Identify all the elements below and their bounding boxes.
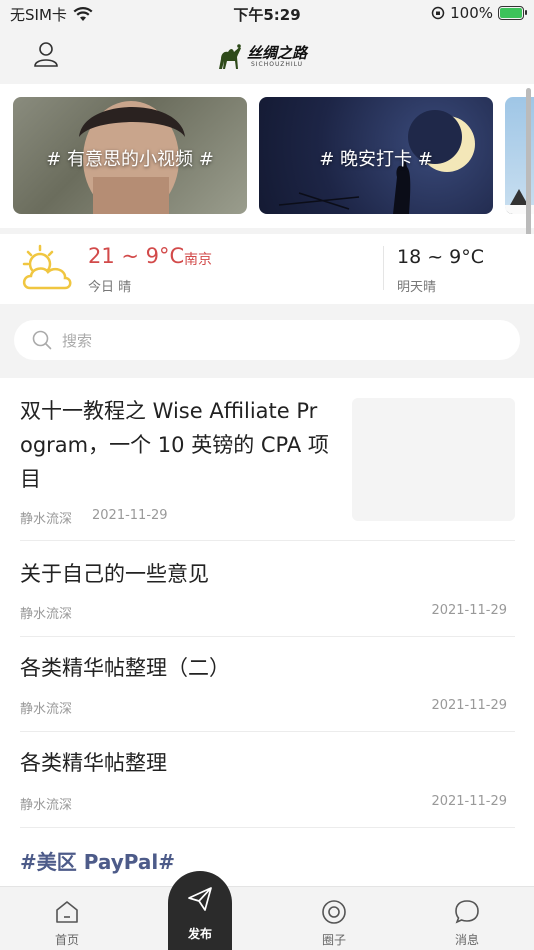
home-icon bbox=[56, 901, 78, 923]
list-item[interactable]: 关于自己的一些意见 静水流深 2021-11-29 bbox=[20, 541, 515, 637]
camel-icon bbox=[219, 44, 241, 69]
post-author: 静水流深 bbox=[20, 702, 73, 717]
post-thumbnail bbox=[352, 398, 515, 521]
logo-subtext: SICHOUZHILU bbox=[250, 60, 304, 68]
tab-messages[interactable]: 消息 bbox=[427, 887, 507, 950]
search-icon bbox=[32, 330, 52, 350]
logo-text: 丝绸之路 bbox=[247, 43, 308, 62]
tab-home[interactable]: 首页 bbox=[27, 887, 107, 950]
hashtag-topic[interactable]: #美区 PayPal# bbox=[20, 846, 175, 875]
circle-icon bbox=[322, 900, 346, 924]
post-title: 各类精华帖整理（二） bbox=[20, 656, 230, 680]
post-feed: 双十一教程之 Wise Affiliate Pr ogram，一个 10 英镑的… bbox=[0, 378, 534, 886]
topic-caption-goodnight: # 晚安打卡 # bbox=[319, 149, 433, 170]
post-title: 关于自己的一些意见 bbox=[20, 562, 209, 586]
weather-divider bbox=[383, 246, 384, 290]
post-date: 2021-11-29 bbox=[431, 603, 507, 618]
today-temperature: 21 ~ 9°C bbox=[88, 244, 185, 268]
partly-cloudy-icon bbox=[22, 244, 72, 290]
post-date: 2021-11-29 bbox=[92, 508, 168, 523]
city-name[interactable]: 南京 bbox=[184, 249, 212, 269]
user-profile-icon[interactable] bbox=[32, 40, 60, 68]
list-item[interactable]: 双十一教程之 Wise Affiliate Pr ogram，一个 10 英镑的… bbox=[20, 378, 515, 541]
publish-button[interactable]: 发布 bbox=[168, 871, 232, 950]
topic-card-goodnight[interactable]: # 晚安打卡 # bbox=[259, 97, 493, 214]
topic-banner: # 有意思的小视频 # # 晚安打卡 # bbox=[0, 84, 534, 228]
today-condition: 今日 晴 bbox=[88, 280, 132, 295]
post-author: 静水流深 bbox=[20, 512, 73, 527]
post-date: 2021-11-29 bbox=[431, 698, 507, 713]
tab-home-label: 首页 bbox=[54, 933, 79, 947]
list-item[interactable]: 各类精华帖整理（二） 静水流深 2021-11-29 bbox=[20, 637, 515, 732]
search-placeholder: 搜索 bbox=[62, 331, 93, 350]
tab-circle-label: 圈子 bbox=[321, 933, 346, 947]
tab-messages-label: 消息 bbox=[454, 933, 479, 947]
search-input[interactable]: 搜索 bbox=[14, 320, 520, 360]
tab-circle[interactable]: 圈子 bbox=[294, 887, 374, 950]
bottom-tab-bar: 首页 发布 圈子 消息 bbox=[0, 871, 534, 950]
tomorrow-condition: 明天晴 bbox=[397, 280, 437, 295]
list-item[interactable]: 各类精华帖整理 静水流深 2021-11-29 bbox=[20, 732, 515, 828]
post-title: 各类精华帖整理 bbox=[20, 751, 167, 775]
post-author: 静水流深 bbox=[20, 607, 73, 622]
battery-percent: 100% bbox=[450, 4, 493, 22]
weather-widget: 21 ~ 9°C 南京 今日 晴 18 ~ 9°C 明天晴 bbox=[0, 234, 534, 304]
chat-bubble-icon bbox=[455, 900, 479, 924]
app-logo: 丝绸之路 SICHOUZHILU bbox=[215, 36, 319, 76]
battery-icon bbox=[498, 6, 527, 20]
search-section: 搜索 bbox=[0, 304, 534, 378]
publish-label: 发布 bbox=[187, 927, 212, 941]
app-header: 丝绸之路 SICHOUZHILU bbox=[0, 28, 534, 82]
tomorrow-temperature: 18 ~ 9°C bbox=[397, 246, 485, 268]
post-author: 静水流深 bbox=[20, 798, 73, 813]
topic-card-videos[interactable]: # 有意思的小视频 # bbox=[13, 97, 247, 214]
post-title: 双十一教程之 Wise Affiliate Pr ogram，一个 10 英镑的… bbox=[20, 399, 329, 491]
send-icon bbox=[188, 887, 212, 911]
status-bar: 无SIM卡 下午5:29 100% bbox=[0, 0, 534, 28]
topic-caption-videos: # 有意思的小视频 # bbox=[46, 149, 214, 170]
orientation-lock-icon bbox=[431, 6, 445, 20]
post-date: 2021-11-29 bbox=[431, 794, 507, 809]
